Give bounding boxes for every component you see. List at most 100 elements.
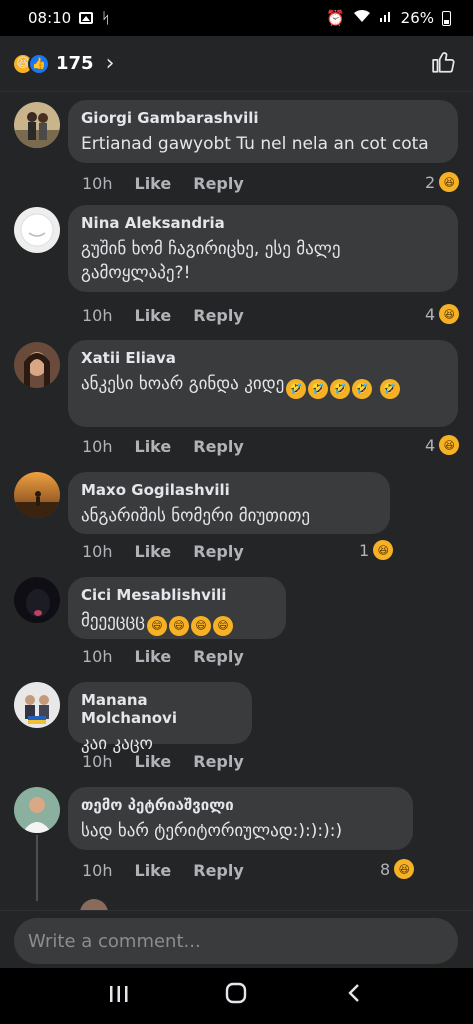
comments-list[interactable]: Giorgi Gambarashvili Ertianad gawyobt Tu… xyxy=(0,92,473,910)
system-nav-bar xyxy=(0,968,473,1024)
comment-reactions[interactable]: 4 😆 xyxy=(425,435,460,455)
reply-button[interactable]: Reply xyxy=(193,174,244,193)
comment-reactions[interactable]: 1 😆 xyxy=(359,540,394,560)
comment-author[interactable]: Nina Aleksandria xyxy=(81,214,445,232)
laughing-emoji-icon: 🤣 xyxy=(379,379,400,399)
like-button[interactable]: Like xyxy=(135,174,172,193)
grinning-emoji-icon: 😄 xyxy=(168,616,189,636)
comment-text-content: ანკესი ხოარ გინდა კიდე xyxy=(81,374,285,394)
battery-icon xyxy=(442,10,451,26)
comment-author[interactable]: Xatii Eliava xyxy=(81,349,445,367)
home-icon xyxy=(226,982,247,1004)
comment-time: 10h xyxy=(82,174,113,193)
comment-author[interactable]: Manana Molchanovi xyxy=(81,691,239,727)
back-button[interactable] xyxy=(324,982,384,1010)
home-button[interactable] xyxy=(206,982,266,1010)
reply-thread-line xyxy=(36,835,38,901)
comment-bubble[interactable]: Xatii Eliava ანკესი ხოარ გინდა კიდე 🤣 🤣 🤣 🤣 … xyxy=(68,340,458,427)
laughing-emoji-icon: 🤣 xyxy=(330,379,351,399)
comment-text: მეეეცცც 😄 😄 😄 😄 xyxy=(81,609,273,636)
avatar[interactable] xyxy=(14,207,60,253)
reaction-count: 2 xyxy=(425,172,436,192)
avatar[interactable] xyxy=(14,682,60,728)
comment-time: 10h xyxy=(82,752,113,771)
grinning-emoji-icon: 😄 xyxy=(212,616,233,636)
grinning-emoji-icon: 😄 xyxy=(190,616,211,636)
comment-composer xyxy=(0,910,473,968)
reaction-icons: 😆 👍 xyxy=(12,52,50,75)
like-button[interactable]: Like xyxy=(135,542,172,561)
chevron-right-icon: › xyxy=(105,51,115,76)
comment-actions: 10h Like Reply xyxy=(82,174,244,193)
reply-button[interactable]: Reply xyxy=(193,752,244,771)
comment-author[interactable]: Maxo Gogilashvili xyxy=(81,481,377,499)
like-button[interactable]: Like xyxy=(135,752,172,771)
avatar[interactable] xyxy=(14,342,60,388)
comment-bubble[interactable]: Manana Molchanovi კაი კაცო xyxy=(68,682,252,754)
comment-text: ანგარიშის ნომერი მიუთითე xyxy=(81,506,310,526)
reply-avatar[interactable] xyxy=(80,899,108,910)
haha-reaction-icon: 😆 xyxy=(439,435,460,455)
comment-input[interactable] xyxy=(14,918,458,964)
comment-text: Ertianad gawyobt Tu nel nela an cot cota xyxy=(81,134,429,154)
comment-time: 10h xyxy=(82,306,113,325)
avatar[interactable] xyxy=(14,472,60,518)
haha-reaction-icon: 😆 xyxy=(373,540,394,560)
like-post-button[interactable] xyxy=(431,49,457,79)
reaction-count: 4 xyxy=(425,304,436,324)
like-button[interactable]: Like xyxy=(135,306,172,325)
reaction-count: 175 xyxy=(56,53,94,74)
thumbs-up-icon xyxy=(432,51,455,73)
comment-actions: 10h Like Reply xyxy=(82,306,244,325)
wifi-icon xyxy=(353,9,371,27)
like-reaction-icon: 👍 xyxy=(28,52,50,75)
reply-button[interactable]: Reply xyxy=(193,542,244,561)
laughing-emoji-icon: 🤣 xyxy=(286,379,307,399)
avatar[interactable] xyxy=(14,577,60,623)
alarm-icon: ⏰ xyxy=(325,9,345,27)
comment-author[interactable]: Giorgi Gambarashvili xyxy=(81,109,445,127)
haha-reaction-icon: 😆 xyxy=(439,172,460,192)
haha-reaction-icon: 😆 xyxy=(439,304,460,324)
avatar[interactable] xyxy=(14,787,60,833)
comment-bubble[interactable]: Cici Mesablishvili მეეეცცც 😄 😄 😄 😄 xyxy=(68,577,286,639)
comment-reactions[interactable]: 4 😆 xyxy=(425,304,460,324)
like-button[interactable]: Like xyxy=(135,647,172,666)
comment-text: გუშინ ხომ ჩაგირიცხე, ესე მალე გამოყლაპე?… xyxy=(81,239,341,283)
comment-bubble[interactable]: Giorgi Gambarashvili Ertianad gawyobt Tu… xyxy=(68,100,458,163)
comment-time: 10h xyxy=(82,437,113,456)
reactions-header: 😆 👍 175 › xyxy=(0,36,473,92)
avatar[interactable] xyxy=(14,102,60,148)
reactions-summary[interactable]: 😆 👍 175 › xyxy=(12,51,114,76)
gallery-icon xyxy=(79,12,94,24)
comment-bubble[interactable]: თემო პეტრიაშვილი სად ხარ ტერიტორიულად:):… xyxy=(68,787,413,850)
reply-button[interactable]: Reply xyxy=(193,437,244,456)
comment-author[interactable]: Cici Mesablishvili xyxy=(81,586,273,604)
comment-reactions[interactable]: 2 😆 xyxy=(425,172,460,192)
like-button[interactable]: Like xyxy=(135,437,172,456)
reply-button[interactable]: Reply xyxy=(193,306,244,325)
laughing-emoji-icon: 🤣 xyxy=(308,379,329,399)
reply-button[interactable]: Reply xyxy=(193,647,244,666)
like-button[interactable]: Like xyxy=(135,861,172,880)
comment-text: ანკესი ხოარ გინდა კიდე 🤣 🤣 🤣 🤣 🤣 xyxy=(81,372,445,399)
comment-text: სად ხარ ტერიტორიულად:):):):) xyxy=(81,821,343,841)
comment-bubble[interactable]: Maxo Gogilashvili ანგარიშის ნომერი მიუთი… xyxy=(68,472,390,534)
reply-button[interactable]: Reply xyxy=(193,861,244,880)
comment-time: 10h xyxy=(82,861,113,880)
status-time: 08:10 xyxy=(28,9,72,27)
comment-author[interactable]: თემო პეტრიაშვილი xyxy=(81,796,400,814)
reaction-count: 4 xyxy=(425,435,436,455)
comment-bubble[interactable]: Nina Aleksandria გუშინ ხომ ჩაგირიცხე, ეს… xyxy=(68,205,458,292)
comment-actions: 10h Like Reply xyxy=(82,437,244,456)
comment-actions: 10h Like Reply xyxy=(82,861,244,880)
comment-reactions[interactable]: 8 😆 xyxy=(380,859,415,879)
recent-apps-button[interactable] xyxy=(89,982,149,1010)
comment-time: 10h xyxy=(82,542,113,561)
comment-actions: 10h Like Reply xyxy=(82,542,244,561)
comment-actions: 10h Like Reply xyxy=(82,647,244,666)
back-icon xyxy=(348,984,359,1002)
comment-text-content: მეეეცცც xyxy=(81,611,145,631)
reaction-count: 1 xyxy=(359,540,370,560)
comment-time: 10h xyxy=(82,647,113,666)
